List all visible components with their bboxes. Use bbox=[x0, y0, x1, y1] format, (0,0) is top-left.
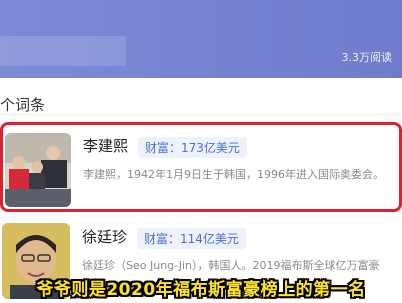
entry-description: 徐廷珍（Seo Jung-Jin），韩国人。2019福布斯全球亿万富豪 bbox=[82, 259, 380, 272]
video-caption: 爷爷则是2020年福布斯富豪榜上的第一名 bbox=[36, 280, 366, 300]
read-count: 3.3万阅读 bbox=[341, 51, 393, 64]
divider bbox=[0, 114, 402, 115]
entry-name: 徐廷珍 bbox=[82, 228, 128, 246]
entry-description: 李建熙，1942年1月9日生于韩国，1996年进入国际奥委会。 bbox=[83, 168, 384, 181]
header-banner: 3.3万阅读 bbox=[0, 0, 402, 78]
section-label: 个词条 bbox=[0, 96, 46, 114]
avatar-photo bbox=[5, 133, 71, 207]
entry-name: 李建熙 bbox=[83, 137, 129, 155]
blurred-title bbox=[0, 36, 126, 66]
entry-card-lee-kun-hee[interactable]: 李建熙 财富：173亿美元 李建熙，1942年1月9日生于韩国，1996年进入国… bbox=[0, 122, 402, 212]
wealth-badge: 财富：173亿美元 bbox=[138, 137, 247, 158]
wealth-badge: 财富：114亿美元 bbox=[137, 228, 246, 249]
